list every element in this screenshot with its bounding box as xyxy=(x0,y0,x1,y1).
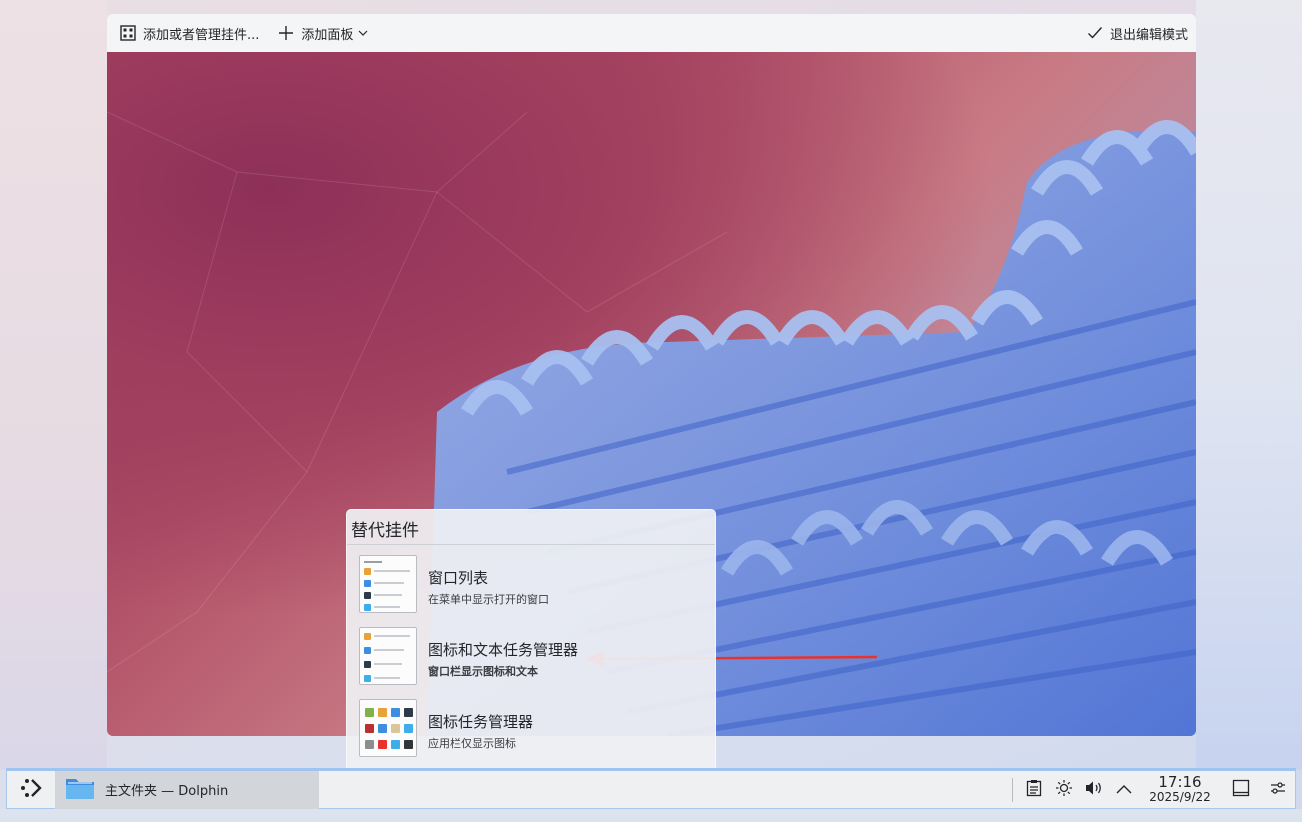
digital-clock[interactable]: 17:16 2025/9/22 xyxy=(1139,775,1221,805)
icon-task-manager-thumbnail-icon xyxy=(359,699,417,757)
application-launcher-button[interactable] xyxy=(7,771,55,809)
window-list-thumbnail-icon xyxy=(359,555,417,613)
alt-item-icon-task-manager[interactable]: 图标任务管理器 应用栏仅显示图标 xyxy=(359,699,709,759)
alt-item-name: 图标和文本任务管理器 xyxy=(428,641,579,659)
chevron-up-icon xyxy=(1116,783,1132,798)
add-widgets-label: 添加或者管理挂件... xyxy=(143,27,260,43)
sliders-icon xyxy=(1270,781,1286,799)
divider xyxy=(1012,778,1013,802)
checkmark-icon xyxy=(1086,24,1104,42)
exit-edit-mode-label: 退出编辑模式 xyxy=(1109,27,1188,43)
widgets-grid-icon xyxy=(119,24,137,42)
desktop-background-right xyxy=(1196,0,1302,770)
exit-edit-mode-button[interactable]: 退出编辑模式 xyxy=(1080,19,1194,47)
edit-mode-toolbar: 添加或者管理挂件... 添加面板 退出编辑模式 xyxy=(107,14,1196,52)
add-panel-button[interactable]: 添加面板 xyxy=(271,19,375,47)
task-label: 主文件夹 — Dolphin xyxy=(105,784,229,799)
system-tray: 17:16 2025/9/22 xyxy=(1006,771,1295,809)
clock-date: 2025/9/22 xyxy=(1149,790,1211,804)
folder-icon xyxy=(65,775,95,805)
clipboard-icon xyxy=(1026,779,1042,801)
chevron-down-icon xyxy=(357,24,369,42)
plus-icon xyxy=(277,24,295,42)
task-dolphin[interactable]: 主文件夹 — Dolphin xyxy=(55,770,319,809)
add-panel-label: 添加面板 xyxy=(301,27,354,43)
alt-item-window-list[interactable]: 窗口列表 在菜单中显示打开的窗口 xyxy=(359,555,709,615)
clipboard-button[interactable] xyxy=(1019,771,1049,809)
alt-item-description: 在菜单中显示打开的窗口 xyxy=(428,593,549,606)
alt-item-name: 图标任务管理器 xyxy=(428,713,534,731)
divider xyxy=(347,544,715,545)
alternative-widgets-popup: 替代挂件 窗口列表 在菜单中显示打开的窗口 图标和文本任务管理器 窗口栏显示图标… xyxy=(346,509,716,769)
alt-item-description: 窗口栏显示图标和文本 xyxy=(428,665,538,678)
alt-item-icons-text-task-manager[interactable]: 图标和文本任务管理器 窗口栏显示图标和文本 xyxy=(359,627,709,687)
screen-bottom-strip xyxy=(0,809,1302,822)
kde-launcher-icon xyxy=(18,775,44,805)
desktop-background-left xyxy=(0,0,107,770)
taskbar-panel: 主文件夹 — Dolphin 17:16 2025/9/22 xyxy=(6,768,1296,809)
alternatives-title: 替代挂件 xyxy=(351,521,419,541)
show-desktop-icon xyxy=(1232,779,1250,801)
show-hidden-icons-button[interactable] xyxy=(1109,771,1139,809)
brightness-button[interactable] xyxy=(1049,771,1079,809)
show-desktop-button[interactable] xyxy=(1221,771,1261,809)
add-widgets-button[interactable]: 添加或者管理挂件... xyxy=(113,19,265,47)
alt-item-name: 窗口列表 xyxy=(428,569,489,587)
brightness-icon xyxy=(1055,779,1073,801)
volume-icon xyxy=(1085,780,1103,800)
volume-button[interactable] xyxy=(1079,771,1109,809)
alt-item-description: 应用栏仅显示图标 xyxy=(428,737,516,750)
task-manager-thumbnail-icon xyxy=(359,627,417,685)
panel-settings-button[interactable] xyxy=(1261,771,1295,809)
clock-time: 17:16 xyxy=(1158,773,1202,791)
